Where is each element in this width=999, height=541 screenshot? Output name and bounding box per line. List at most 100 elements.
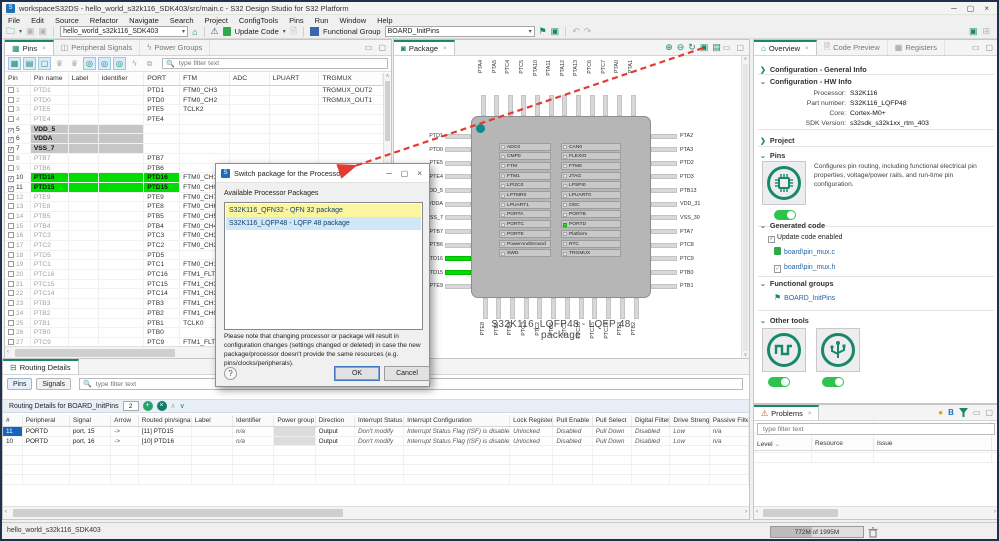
menu-item-edit[interactable]: Edit: [31, 16, 44, 25]
export-image-icon[interactable]: ▤: [710, 42, 723, 53]
package-pin[interactable]: [548, 95, 554, 116]
zoom-out-icon[interactable]: ⊖: [675, 42, 687, 53]
column-header[interactable]: Interrupt Configuration: [404, 415, 511, 426]
ok-button[interactable]: OK: [334, 366, 380, 381]
save-icon[interactable]: ▣: [26, 26, 35, 37]
package-pin[interactable]: [494, 95, 500, 116]
pin-checkbox[interactable]: [8, 96, 14, 103]
peripheral-block-flexio[interactable]: FLEXIO: [561, 152, 621, 161]
package-pin[interactable]: [445, 229, 471, 235]
clocks-tool-toggle[interactable]: [768, 377, 790, 387]
maximize-view-icon[interactable]: ▢: [378, 43, 386, 52]
window-close-button[interactable]: ×: [984, 4, 989, 13]
table-row[interactable]: 1 PTD1 PTD1 FTM0_CH3 TRGMUX_OUT2: [5, 86, 383, 96]
close-icon[interactable]: ×: [808, 411, 812, 417]
pins-tool-toggle[interactable]: [774, 210, 796, 220]
column-header-port[interactable]: PORT: [144, 73, 181, 85]
peripheral-block-osc[interactable]: OSC: [561, 200, 621, 209]
close-icon[interactable]: ×: [443, 46, 447, 52]
table-row[interactable]: ✓ 6 VDDA: [5, 134, 383, 145]
tab-overview[interactable]: ⌂ Overview ×: [754, 40, 817, 55]
update-code-button[interactable]: Update Code: [235, 27, 279, 36]
pin-checkbox[interactable]: ✓: [8, 137, 14, 144]
menu-item-source[interactable]: Source: [55, 16, 79, 25]
crown2-icon[interactable]: ♛: [68, 57, 81, 70]
peripheral-block-lpspi0[interactable]: LPSPI0: [561, 181, 621, 190]
package-pin[interactable]: [589, 95, 595, 116]
tab-problems[interactable]: ⚠ Problems ×: [754, 405, 820, 420]
pin-checkbox[interactable]: [8, 338, 14, 345]
remove-route-icon[interactable]: ×: [156, 401, 167, 411]
package-pin[interactable]: [651, 133, 677, 139]
pins-filter-input[interactable]: [176, 59, 384, 68]
package-pin[interactable]: [562, 95, 568, 116]
project-combo[interactable]: hello_world_s32k116_SDK403 ▾: [60, 26, 189, 37]
package-pin[interactable]: [445, 160, 471, 166]
section-functional-groups[interactable]: ⌄ Functional groups: [760, 279, 834, 288]
problems-filter-input[interactable]: [761, 424, 991, 434]
column-header[interactable]: #: [3, 415, 23, 426]
unroute-icon[interactable]: ◎: [113, 57, 126, 70]
tab-pins[interactable]: ▦ Pins ×: [5, 40, 54, 55]
routing-horizontal-scrollbar[interactable]: ‹ ›: [3, 506, 749, 519]
view-empty-icon[interactable]: ▢: [38, 57, 51, 70]
add-route-icon[interactable]: +: [142, 401, 153, 411]
close-icon[interactable]: ×: [42, 46, 46, 52]
package-pin[interactable]: [445, 242, 471, 248]
table-row[interactable]: 10 PORTD port, 16 -> [10] PTD16 n/a Output Don'…: [3, 436, 750, 447]
pin-checkbox[interactable]: [8, 154, 14, 161]
pin-checkbox[interactable]: [8, 271, 14, 278]
tab-code-preview[interactable]: 🗎 Code Preview: [817, 40, 888, 55]
package-pin[interactable]: [507, 95, 513, 116]
column-header[interactable]: Drive Strength: [670, 415, 710, 426]
pin-checkbox[interactable]: [8, 242, 14, 248]
minimize-view-icon[interactable]: ▭: [973, 408, 981, 417]
tab-registers[interactable]: ▦ Registers: [888, 40, 946, 55]
package-pin[interactable]: [575, 95, 581, 116]
section-project[interactable]: ❯ Project: [760, 136, 795, 145]
column-header[interactable]: Pull Enable: [553, 415, 593, 426]
save-all-icon[interactable]: ▣: [39, 26, 48, 37]
problems-filter[interactable]: [757, 423, 995, 435]
minimize-view-icon[interactable]: ▭: [723, 43, 731, 52]
window-maximize-button[interactable]: ▢: [967, 4, 975, 13]
column-header[interactable]: Interrupt Status: [355, 415, 405, 426]
peripheral-block-ftm1[interactable]: FTM1: [499, 171, 551, 180]
package-pin[interactable]: [445, 147, 471, 153]
tab-power-groups[interactable]: ϟ Power Groups: [140, 40, 211, 55]
peripheral-block-cmp0[interactable]: CMP0: [499, 152, 551, 161]
package-pin[interactable]: [521, 95, 527, 116]
package-pin[interactable]: [630, 95, 636, 116]
menu-item-navigate[interactable]: Navigate: [129, 16, 159, 25]
dialog-minimize-icon[interactable]: ─: [386, 169, 392, 178]
peripheral-block-swd[interactable]: SWD: [499, 249, 551, 258]
column-header-label[interactable]: Label: [69, 73, 99, 85]
column-header[interactable]: Routed pin/signal: [139, 415, 192, 426]
package-pin[interactable]: [445, 174, 471, 180]
package-pin[interactable]: [651, 215, 677, 221]
package-pin[interactable]: [578, 298, 584, 319]
column-header-pin[interactable]: Pin: [5, 73, 31, 85]
package-pin[interactable]: [509, 298, 515, 319]
flag-icon[interactable]: ⚑: [539, 26, 547, 37]
peripheral-block-platform[interactable]: Platform: [561, 229, 621, 238]
package-pin[interactable]: [445, 283, 471, 289]
section-generated-code[interactable]: ⌄ Generated code: [760, 221, 825, 230]
package-pin[interactable]: [651, 256, 677, 262]
section-hw-info[interactable]: ⌄ Configuration - HW Info: [760, 77, 852, 86]
pin-checkbox[interactable]: [8, 203, 14, 210]
menu-item-help[interactable]: Help: [377, 16, 392, 25]
column-header[interactable]: Signal: [70, 415, 112, 426]
package-pin[interactable]: [537, 298, 543, 319]
dialog-close-icon[interactable]: ×: [417, 169, 422, 178]
package-pin[interactable]: [616, 95, 622, 116]
table-row[interactable]: 3 PTE5 PTE5 TCLK2: [5, 105, 383, 116]
peripheral-block-lpuart1[interactable]: LPUART1: [499, 200, 551, 209]
package-pin[interactable]: [445, 201, 471, 207]
peripherals-tool-button[interactable]: [816, 328, 860, 372]
peripheral-block-ftm0[interactable]: FTM0: [561, 161, 621, 170]
minimize-view-icon[interactable]: ▭: [972, 43, 980, 52]
package-pin[interactable]: [651, 242, 677, 248]
column-header[interactable]: Label: [192, 415, 234, 426]
menu-item-refactor[interactable]: Refactor: [90, 16, 118, 25]
